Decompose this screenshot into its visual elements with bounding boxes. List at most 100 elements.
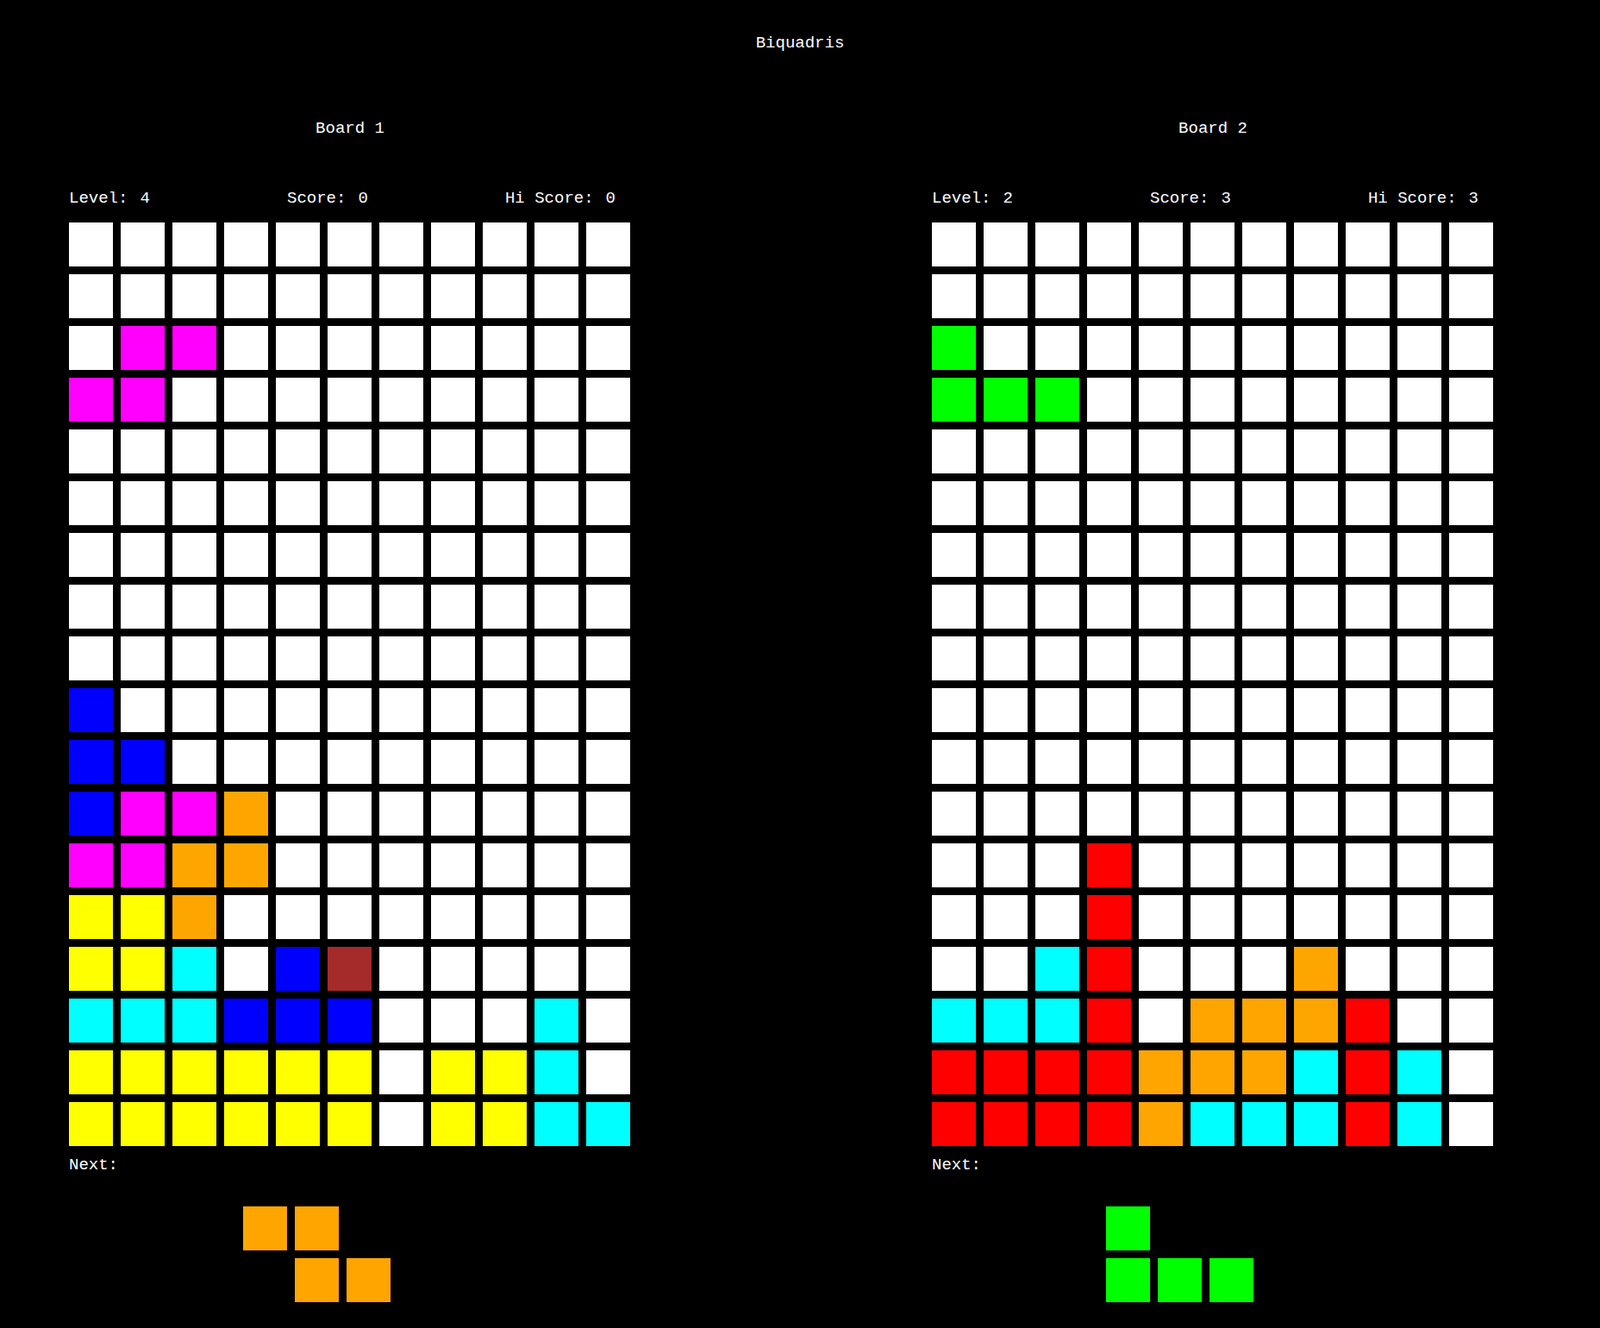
- board-cell: [1087, 739, 1132, 784]
- board-cell: [1138, 946, 1183, 991]
- next-piece-row: [243, 1257, 632, 1302]
- board-cell: [172, 1101, 217, 1146]
- board-cell: [327, 636, 372, 681]
- board-cell: [1087, 584, 1132, 629]
- board-cell: [983, 429, 1028, 474]
- board-cell: [983, 946, 1028, 991]
- board-cell: [172, 687, 217, 732]
- board-cell: [224, 791, 269, 836]
- stat-label: Hi Score:: [1368, 188, 1457, 208]
- board-cell: [431, 1050, 475, 1094]
- board-cell: [983, 843, 1028, 888]
- board-cell: [534, 843, 579, 888]
- board-cell: [586, 894, 631, 939]
- board-cell: [931, 1101, 976, 1146]
- board-cell: [224, 843, 269, 888]
- stat-label: Score:: [1150, 188, 1209, 208]
- board-cell: [1190, 274, 1235, 319]
- board-cell: [275, 274, 320, 319]
- board-cell: [275, 1101, 320, 1146]
- board-cell: [1397, 791, 1442, 836]
- board-cell: [1293, 636, 1338, 681]
- board-cell: [1138, 584, 1183, 629]
- board-cell: [534, 1101, 579, 1146]
- board-cell: [1190, 584, 1235, 629]
- board-cell: [983, 481, 1028, 525]
- board-cell: [1087, 791, 1132, 836]
- board-cell: [1293, 791, 1338, 836]
- next-label: Next:: [931, 1154, 1494, 1175]
- board-cell: [172, 1050, 217, 1094]
- board-cell: [431, 377, 475, 422]
- board-cell: [1449, 429, 1494, 474]
- board-cell: [431, 791, 475, 836]
- next-piece-cell: [243, 1257, 288, 1302]
- board-cell: [327, 946, 372, 991]
- board-cell: [431, 584, 475, 629]
- board-cell: [586, 791, 631, 836]
- board-cell: [1087, 481, 1132, 525]
- board-cell: [482, 584, 527, 629]
- board-cell: [68, 325, 113, 370]
- board-cell: [224, 946, 269, 991]
- board-cell: [327, 325, 372, 370]
- board-cell: [1397, 429, 1442, 474]
- board-cell: [1345, 636, 1390, 681]
- board-cell: [275, 1050, 320, 1094]
- board-cell: [983, 894, 1028, 939]
- board-cell: [120, 325, 165, 370]
- board-cell: [275, 739, 320, 784]
- board-cell: [1035, 1050, 1080, 1094]
- board-cell: [1242, 377, 1287, 422]
- board-cell: [1190, 739, 1235, 784]
- board-cell: [431, 636, 475, 681]
- board-cell: [68, 1050, 113, 1094]
- board-cell: [120, 998, 165, 1043]
- board-cell: [1190, 377, 1235, 422]
- board-cell: [224, 481, 269, 525]
- board-cell: [275, 998, 320, 1043]
- stat-value: 0: [357, 188, 368, 208]
- board-cell: [379, 636, 424, 681]
- board-cell: [931, 481, 976, 525]
- board-cell: [120, 946, 165, 991]
- board-cell: [1449, 687, 1494, 732]
- board-cell: [1035, 532, 1080, 577]
- stats-row: Level:2Score:3Hi Score:3: [931, 187, 1494, 209]
- board-cell: [1035, 946, 1080, 991]
- board-cell: [983, 377, 1028, 422]
- board-cell: [983, 1101, 1028, 1146]
- board-cell: [1087, 274, 1132, 319]
- board-cell: [1242, 532, 1287, 577]
- board-cell: [1035, 843, 1080, 888]
- board-cell: [586, 946, 631, 991]
- board-cell: [1293, 222, 1338, 267]
- stat-value: 3: [1220, 188, 1231, 208]
- board-cell: [931, 325, 976, 370]
- board-cell: [120, 843, 165, 888]
- board-cell: [431, 843, 475, 888]
- board-cell: [275, 843, 320, 888]
- board-cell: [931, 687, 976, 732]
- board-cell: [586, 998, 631, 1043]
- board-cell: [1087, 429, 1132, 474]
- next-piece-row: [1106, 1257, 1494, 1302]
- board-cell: [431, 687, 475, 732]
- board-cell: [431, 429, 475, 474]
- board-cell: [1190, 1101, 1235, 1146]
- board-cell: [327, 274, 372, 319]
- board: Board 2Level:2Score:3Hi Score:3Next:: [931, 118, 1494, 1302]
- board-cell: [1138, 843, 1183, 888]
- board-cell: [68, 532, 113, 577]
- board-cell: [172, 429, 217, 474]
- board-cell: [379, 1101, 424, 1146]
- board-cell: [68, 1101, 113, 1146]
- board-cell: [68, 687, 113, 732]
- board-cell: [1035, 584, 1080, 629]
- board-cell: [431, 894, 475, 939]
- board-cell: [1345, 894, 1390, 939]
- board-cell: [275, 481, 320, 525]
- board-cell: [1138, 1050, 1183, 1094]
- board-cell: [1449, 791, 1494, 836]
- board-cell: [327, 894, 372, 939]
